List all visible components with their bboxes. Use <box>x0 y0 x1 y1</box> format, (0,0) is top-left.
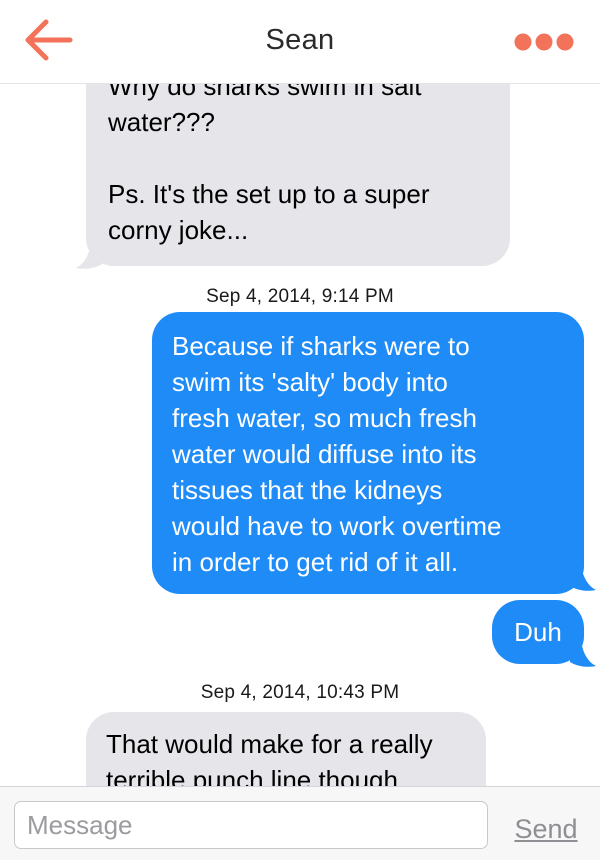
incoming-message: That would make for a really terrible pu… <box>86 712 486 786</box>
message-composer: Send <box>0 786 600 860</box>
incoming-message: Why do sharks swim in salt water??? Ps. … <box>86 84 510 266</box>
ellipsis-icon[interactable] <box>513 32 575 52</box>
timestamp: Sep 4, 2014, 9:14 PM <box>206 286 394 307</box>
incoming-bubble-tail <box>76 248 102 269</box>
conversation-header: Sean <box>0 0 600 84</box>
outgoing-message: Because if sharks were to swim its 'salt… <box>152 312 584 594</box>
outgoing-bubble-tail <box>570 570 596 591</box>
message-thread[interactable]: Why do sharks swim in salt water??? Ps. … <box>0 84 600 786</box>
message-input[interactable] <box>14 801 488 849</box>
outgoing-bubble-tail <box>570 646 596 667</box>
contact-name: Sean <box>265 24 335 56</box>
timestamp: Sep 4, 2014, 10:43 PM <box>200 682 400 703</box>
send-button[interactable]: Send <box>506 809 586 849</box>
